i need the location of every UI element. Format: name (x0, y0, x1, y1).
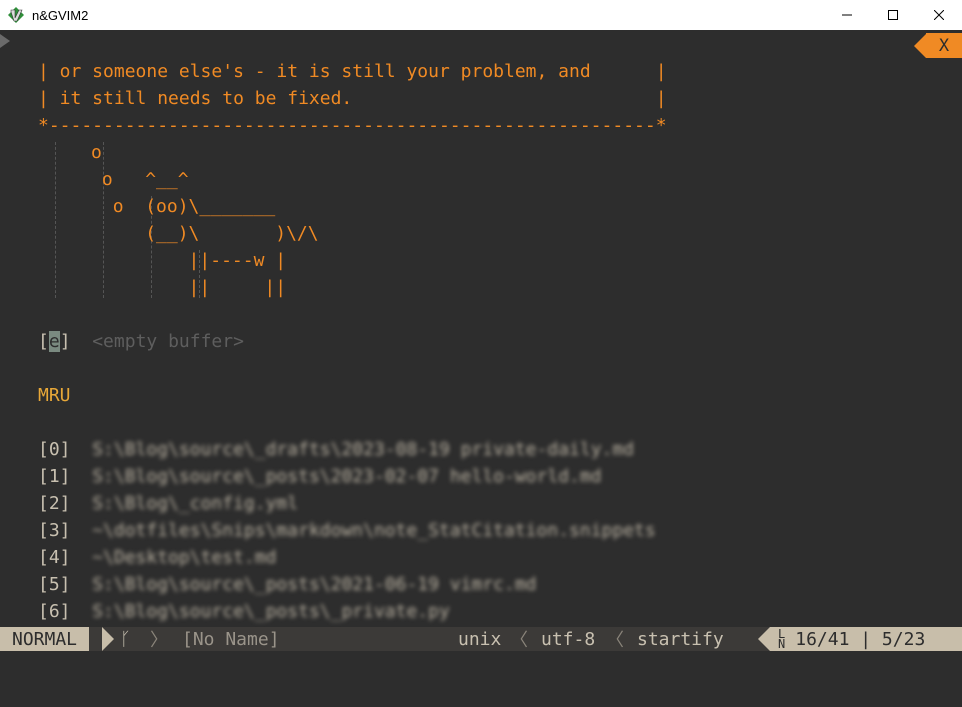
file-encoding: utf-8 (541, 628, 596, 650)
position-separator-arrow-icon (758, 627, 770, 651)
mru-key[interactable]: [0] (38, 439, 71, 460)
mru-path[interactable]: S:\Blog\source\_posts\2023-02-07 hello-w… (92, 466, 601, 487)
mru-key[interactable]: [6] (38, 601, 71, 622)
vim-logo-icon (8, 7, 24, 23)
bracket-open: [ (38, 331, 49, 352)
mru-item[interactable]: [2] S:\Blog\_config.yml (38, 490, 298, 517)
bracket-close: ] (59, 331, 71, 352)
minimize-icon (842, 14, 852, 16)
cowsay-line: | or someone else's - it is still your p… (38, 61, 667, 82)
cow-line: o ^__^ (26, 169, 189, 190)
git-branch-icon: ᚴ (120, 628, 131, 650)
maximize-button[interactable] (870, 0, 916, 30)
cow-line: o (oo)\_______ (26, 196, 276, 217)
fileformat: unix (458, 628, 502, 650)
command-line[interactable] (0, 651, 962, 707)
startify-empty-buffer[interactable]: [e] <empty buffer> (38, 328, 244, 355)
cow-line: o (26, 142, 102, 163)
gvim-window: n&GVIM2 X | or someone else's - it is st… (0, 0, 962, 707)
line-number-icon: LN (778, 627, 786, 651)
mru-path[interactable]: ~\Desktop\test.md (92, 547, 276, 568)
mode-indicator: NORMAL (0, 627, 90, 651)
mru-path[interactable]: S:\Blog\source\_posts\_private.py (92, 601, 450, 622)
empty-buffer-label[interactable]: <empty buffer> (92, 331, 244, 352)
mru-item[interactable]: [1] S:\Blog\source\_posts\2023-02-07 hel… (38, 463, 602, 490)
separator-left-icon: 〈 (606, 630, 624, 651)
mru-path[interactable]: S:\Blog\source\_posts\2021-06-19 vimrc.m… (92, 574, 536, 595)
separator-left-icon: 〈 (510, 630, 528, 651)
mru-path[interactable]: S:\Blog\source\_drafts\2023-08-19 privat… (92, 439, 634, 460)
separator-right-icon: 〉 (150, 630, 168, 651)
position-text: 16/41 | 5/23 (795, 628, 926, 650)
mru-key[interactable]: [2] (38, 493, 71, 514)
mru-path[interactable]: ~\dotfiles\Snips\markdown\note_StatCitat… (92, 520, 656, 541)
cow-line: (__)\ )\/\ (26, 223, 319, 244)
tab-close-arrow-icon (914, 33, 926, 58)
tabline-left-marker (0, 34, 10, 48)
mru-key[interactable]: [1] (38, 466, 71, 487)
filename: [No Name] (182, 628, 280, 650)
buffer-key[interactable]: e (48, 331, 60, 352)
mru-item[interactable]: [4] ~\Desktop\test.md (38, 544, 276, 571)
mru-item[interactable]: [3] ~\dotfiles\Snips\markdown\note_StatC… (38, 517, 656, 544)
window-title: n&GVIM2 (32, 8, 89, 23)
close-button[interactable] (916, 0, 962, 30)
mru-title: MRU (38, 385, 71, 406)
mru-item[interactable]: [0] S:\Blog\source\_drafts\2023-08-19 pr… (38, 436, 634, 463)
cow-line: || || (26, 277, 287, 298)
mode-separator-arrow-icon (102, 627, 114, 651)
editor-area[interactable]: X | or someone else's - it is still your… (0, 30, 962, 627)
mru-item[interactable]: [5] S:\Blog\source\_posts\2021-06-19 vim… (38, 571, 537, 598)
mru-path[interactable]: S:\Blog\_config.yml (92, 493, 298, 514)
mru-key[interactable]: [5] (38, 574, 71, 595)
cowsay-line: | it still needs to be fixed. | (38, 88, 667, 109)
close-icon (934, 10, 944, 20)
cowsay-line: *---------------------------------------… (38, 115, 667, 136)
filetype: startify (637, 628, 724, 650)
minimize-button[interactable] (824, 0, 870, 30)
mru-item[interactable]: [6] S:\Blog\source\_posts\_private.py (38, 598, 450, 625)
cow-line: ||----w | (26, 250, 287, 271)
tab-close-button[interactable]: X (926, 33, 962, 58)
status-line: NORMAL ᚴ 〉 [No Name] unix 〈 utf-8 〈 star… (0, 627, 962, 651)
cursor-position: L N 16/41 | 5/23 (770, 627, 962, 651)
mru-key[interactable]: [4] (38, 547, 71, 568)
mru-key[interactable]: [3] (38, 520, 71, 541)
tab-close-group[interactable]: X (914, 33, 962, 58)
maximize-icon (888, 10, 898, 20)
title-bar: n&GVIM2 (0, 0, 962, 30)
